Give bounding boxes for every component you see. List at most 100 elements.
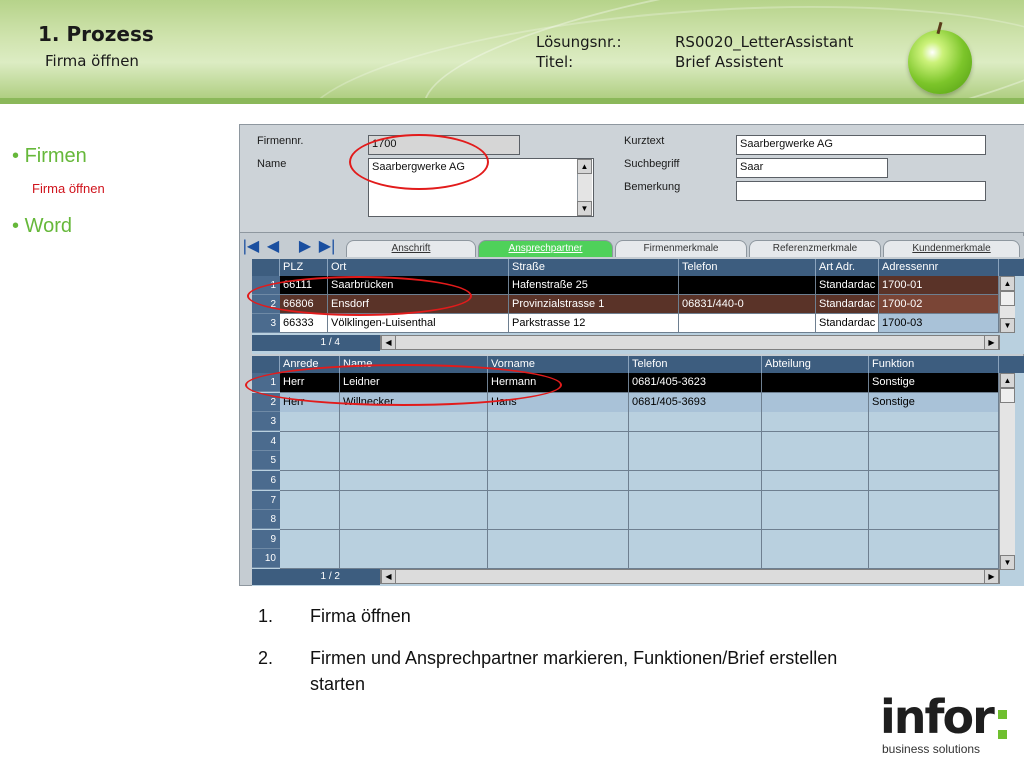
table-cell[interactable]: [762, 451, 869, 472]
address-grid-hscroll[interactable]: ◀ ▶: [380, 335, 1000, 350]
next-record-icon[interactable]: ▶: [296, 238, 314, 256]
row-number[interactable]: 3: [252, 314, 280, 333]
table-cell[interactable]: [762, 549, 869, 570]
table-cell[interactable]: [340, 510, 488, 531]
bemerkung-field[interactable]: [736, 181, 986, 201]
row-number[interactable]: 6: [252, 471, 280, 490]
column-header[interactable]: PLZ: [280, 259, 328, 276]
first-record-icon[interactable]: |◀: [242, 238, 260, 256]
table-cell[interactable]: Standardac: [816, 276, 879, 295]
column-header[interactable]: Straße: [509, 259, 679, 276]
table-cell[interactable]: Herr: [280, 373, 340, 393]
table-cell[interactable]: [869, 412, 999, 433]
contact-grid-hscroll[interactable]: ◀ ▶: [380, 569, 1000, 584]
table-cell[interactable]: [488, 451, 629, 472]
table-cell[interactable]: Herr: [280, 392, 340, 413]
column-header[interactable]: Funktion: [869, 356, 999, 373]
table-cell[interactable]: Parkstrasse 12: [509, 314, 679, 333]
table-cell[interactable]: [340, 412, 488, 433]
table-cell[interactable]: [762, 490, 869, 511]
table-cell[interactable]: Leidner: [340, 373, 488, 393]
table-cell[interactable]: [488, 471, 629, 491]
table-cell[interactable]: [869, 549, 999, 570]
scroll-right-icon[interactable]: ▶: [984, 335, 999, 350]
table-cell[interactable]: [762, 412, 869, 433]
scroll-up-icon[interactable]: ▲: [1000, 373, 1015, 388]
table-cell[interactable]: [629, 529, 762, 550]
tab-anschrift[interactable]: Anschrift: [346, 240, 476, 257]
contact-grid-vscroll[interactable]: ▲ ▼: [999, 373, 1015, 570]
table-cell[interactable]: [762, 510, 869, 531]
table-cell[interactable]: [869, 431, 999, 452]
table-cell[interactable]: [280, 549, 340, 570]
name-field[interactable]: Saarbergwerke AG: [368, 158, 594, 217]
scroll-down-icon[interactable]: ▼: [1000, 318, 1015, 333]
scroll-up-icon[interactable]: ▲: [1000, 276, 1015, 291]
table-cell[interactable]: [629, 471, 762, 491]
table-cell[interactable]: [280, 490, 340, 511]
scroll-thumb[interactable]: [1000, 291, 1015, 306]
table-cell[interactable]: Hans: [488, 392, 629, 413]
column-header[interactable]: Telefon: [629, 356, 762, 373]
table-cell[interactable]: [869, 451, 999, 472]
table-cell[interactable]: [488, 412, 629, 433]
tab-firmenmerkmale[interactable]: Firmenmerkmale: [615, 240, 747, 257]
tab-ansprechpartner[interactable]: Ansprechpartner: [478, 240, 613, 257]
table-cell[interactable]: 0681/405-3693: [629, 392, 762, 413]
table-cell[interactable]: 06831/440-0: [679, 295, 816, 314]
table-cell[interactable]: [280, 451, 340, 472]
table-cell[interactable]: [762, 392, 869, 413]
previous-record-icon[interactable]: ◀: [264, 238, 282, 256]
table-cell[interactable]: [869, 510, 999, 531]
table-cell[interactable]: Hermann: [488, 373, 629, 393]
address-grid-vscroll[interactable]: ▲ ▼: [999, 276, 1015, 333]
table-cell[interactable]: [488, 510, 629, 531]
scroll-left-icon[interactable]: ◀: [381, 569, 396, 584]
row-number[interactable]: 5: [252, 451, 280, 471]
table-cell[interactable]: [340, 431, 488, 452]
table-cell[interactable]: [869, 529, 999, 550]
table-cell[interactable]: Sonstige: [869, 392, 999, 413]
table-cell[interactable]: Willnecker: [340, 392, 488, 413]
table-cell[interactable]: Hafenstraße 25: [509, 276, 679, 295]
row-number[interactable]: 10: [252, 549, 280, 569]
table-cell[interactable]: [762, 431, 869, 452]
column-header[interactable]: Ort: [328, 259, 509, 276]
table-cell[interactable]: [869, 471, 999, 491]
table-cell[interactable]: [629, 490, 762, 511]
scroll-right-icon[interactable]: ▶: [984, 569, 999, 584]
row-number[interactable]: 7: [252, 490, 280, 510]
table-cell[interactable]: [762, 529, 869, 550]
row-number[interactable]: 4: [252, 431, 280, 451]
table-cell[interactable]: [280, 412, 340, 433]
table-cell[interactable]: [629, 451, 762, 472]
scroll-up-icon[interactable]: ▲: [577, 159, 592, 174]
table-cell[interactable]: [762, 471, 869, 491]
row-number[interactable]: 3: [252, 412, 280, 432]
table-cell[interactable]: [280, 529, 340, 550]
kurztext-field[interactable]: Saarbergwerke AG: [736, 135, 986, 155]
table-cell[interactable]: [679, 276, 816, 295]
table-cell[interactable]: [340, 490, 488, 511]
table-cell[interactable]: 1700-03: [879, 314, 999, 333]
table-cell[interactable]: [488, 529, 629, 550]
table-cell[interactable]: 1700-01: [879, 276, 999, 295]
table-cell[interactable]: Provinzialstrasse 1: [509, 295, 679, 314]
table-cell[interactable]: Standardac: [816, 295, 879, 314]
table-cell[interactable]: [340, 549, 488, 570]
table-cell[interactable]: [488, 490, 629, 511]
scroll-down-icon[interactable]: ▼: [1000, 555, 1015, 570]
column-header[interactable]: Anrede: [280, 356, 340, 373]
suchbegriff-field[interactable]: Saar: [736, 158, 888, 178]
table-cell[interactable]: Standardac: [816, 314, 879, 333]
table-cell[interactable]: 1700-02: [879, 295, 999, 314]
row-number[interactable]: 2: [252, 392, 280, 412]
column-header[interactable]: Telefon: [679, 259, 816, 276]
table-cell[interactable]: [340, 529, 488, 550]
table-cell[interactable]: Saarbrücken: [328, 276, 509, 295]
row-number[interactable]: 8: [252, 510, 280, 530]
firmennr-field[interactable]: 1700: [368, 135, 520, 155]
table-cell[interactable]: [629, 549, 762, 570]
tab-referenzmerkmale[interactable]: Referenzmerkmale: [749, 240, 881, 257]
table-cell[interactable]: [340, 471, 488, 491]
